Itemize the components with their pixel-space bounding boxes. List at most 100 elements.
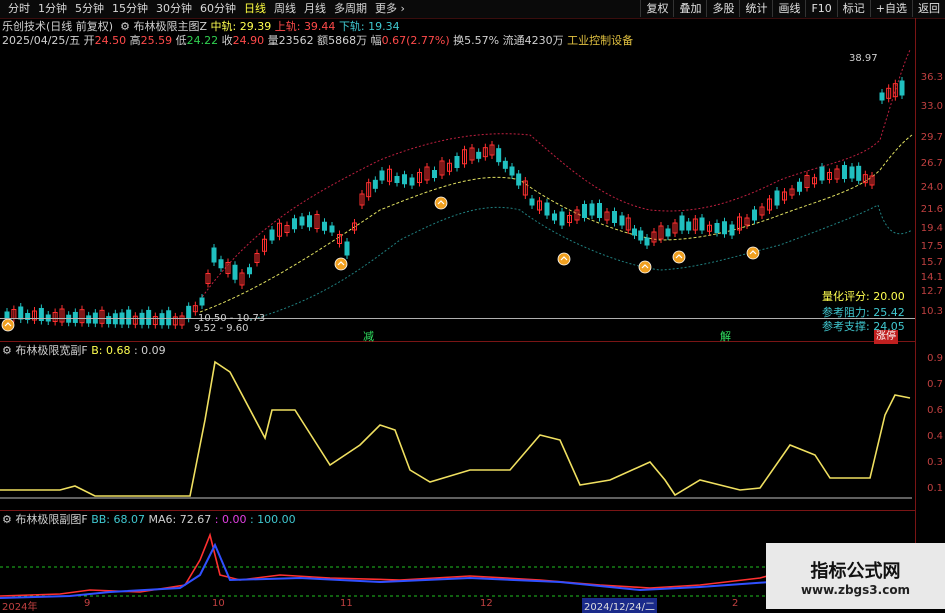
candle-body (509, 166, 515, 176)
sub2-header: ⚙ 布林极限副图F BB: 68.07 MA6: 72.67 : 0.00 : … (2, 513, 296, 527)
date-label: 2024年 (2, 602, 38, 613)
candle-body (879, 92, 885, 101)
axis-tick: 15.7 (920, 257, 943, 268)
candle-body (292, 218, 297, 230)
buy-signal-icon (334, 257, 348, 271)
axis-tick: 26.7 (920, 158, 943, 169)
candle-body (329, 225, 335, 233)
date-label: 12 (480, 598, 493, 609)
date-label: 2 (732, 598, 739, 609)
axis-tick: 33.0 (920, 101, 943, 112)
candle-body (402, 174, 407, 185)
v2-value: : 100.00 (249, 513, 296, 526)
candle-body (299, 216, 305, 226)
sub2-indicator-name[interactable]: 布林极限副图F (15, 513, 87, 526)
score-value: 20.00 (873, 290, 905, 303)
candle-body (899, 80, 905, 96)
release-signal: 解 (720, 330, 731, 343)
candle-body (159, 313, 165, 326)
candle-body (186, 305, 192, 319)
candle-body (714, 223, 720, 233)
axis-tick: 21.6 (920, 204, 943, 215)
bb-line (0, 532, 791, 597)
candle-body (722, 221, 727, 235)
panel-divider-2 (0, 510, 915, 511)
candle-body (529, 198, 535, 206)
axis-tick: 0.7 (927, 379, 943, 390)
candle-body (597, 203, 602, 218)
buy-signal-icon (746, 246, 760, 260)
candle-body (797, 181, 802, 192)
candle-body (496, 148, 502, 163)
ma6-label: MA6: (148, 513, 177, 526)
axis-tick: 19.4 (920, 223, 943, 234)
axis-tick: 24.0 (920, 182, 943, 193)
v1-value: : 0.00 (214, 513, 247, 526)
date-label: 10 (212, 598, 225, 609)
buy-signal-icon (557, 252, 571, 266)
candle-body (476, 151, 482, 159)
axis-tick: 0.1 (927, 483, 943, 494)
candle-body (211, 247, 217, 263)
candle-body (729, 224, 735, 236)
candle-body (322, 221, 327, 231)
candle-body (589, 203, 595, 216)
watermark: 指标公式网 www.zbgs3.com (766, 543, 945, 609)
candle-body (686, 221, 692, 231)
low-range-2: 9.52 - 9.60 (194, 323, 249, 334)
watermark-url: www.zbgs3.com (800, 583, 911, 597)
axis-tick: 14.1 (920, 272, 943, 283)
candle-body (849, 166, 855, 179)
candle-body (199, 297, 205, 306)
sub1-header: ⚙ 布林极限宽副F B: 0.68 : 0.09 (2, 344, 166, 358)
axis-tick: 0.3 (927, 457, 943, 468)
candle-body (856, 165, 862, 181)
high-price-mark: 38.97 (849, 53, 878, 64)
support-value: 24.05 (873, 320, 905, 333)
candle-body (232, 264, 238, 280)
candle-body (638, 230, 644, 241)
candle-body (344, 241, 350, 256)
width-indicator-lines (0, 360, 912, 499)
candle-body (752, 209, 757, 221)
candle-body (552, 213, 557, 221)
candle-body (502, 160, 508, 169)
gear-icon[interactable]: ⚙ (2, 344, 12, 357)
candle-body (679, 215, 685, 231)
candle-body (379, 170, 385, 181)
candle-body (372, 179, 378, 189)
axis-tick: 12.7 (920, 286, 943, 297)
axis-tick: 0.9 (927, 353, 943, 364)
axis-tick: 0.6 (927, 405, 943, 416)
date-label: 9 (84, 598, 91, 609)
bb-value: 68.07 (113, 513, 146, 526)
candle-body (644, 237, 650, 246)
axis-tick: 36.3 (920, 72, 943, 83)
candle-body (218, 259, 224, 269)
candlesticks (4, 77, 905, 329)
date-label: 11 (340, 598, 353, 609)
candle-body (544, 202, 550, 216)
candle-body (582, 204, 587, 218)
gear-icon[interactable]: ⚙ (2, 513, 12, 526)
upper-band-line (199, 49, 911, 301)
candle-body (307, 215, 312, 228)
candle-body (432, 170, 437, 178)
b-width-line (0, 360, 911, 497)
score-row: 量化评分: 20.00 (822, 288, 905, 304)
candle-body (409, 177, 415, 186)
sub1-indicator-name[interactable]: 布林极限宽副F (15, 344, 87, 357)
candle-body (247, 267, 252, 275)
ref-line (0, 318, 915, 319)
b-value: 0.68 (105, 344, 131, 357)
ma6-value: 72.67 (179, 513, 212, 526)
candle-body (516, 173, 522, 186)
reduce-signal: 减 (363, 330, 374, 343)
axis-tick: 29.7 (920, 132, 943, 143)
b-label: B: (91, 344, 103, 357)
support-label: 参考支撑: (822, 320, 870, 333)
crosshair-date: 2024/12/24/二 (582, 598, 658, 613)
buy-signal-icon (1, 318, 15, 332)
watermark-title: 指标公式网 (810, 561, 901, 582)
buy-signal-icon (434, 196, 448, 210)
